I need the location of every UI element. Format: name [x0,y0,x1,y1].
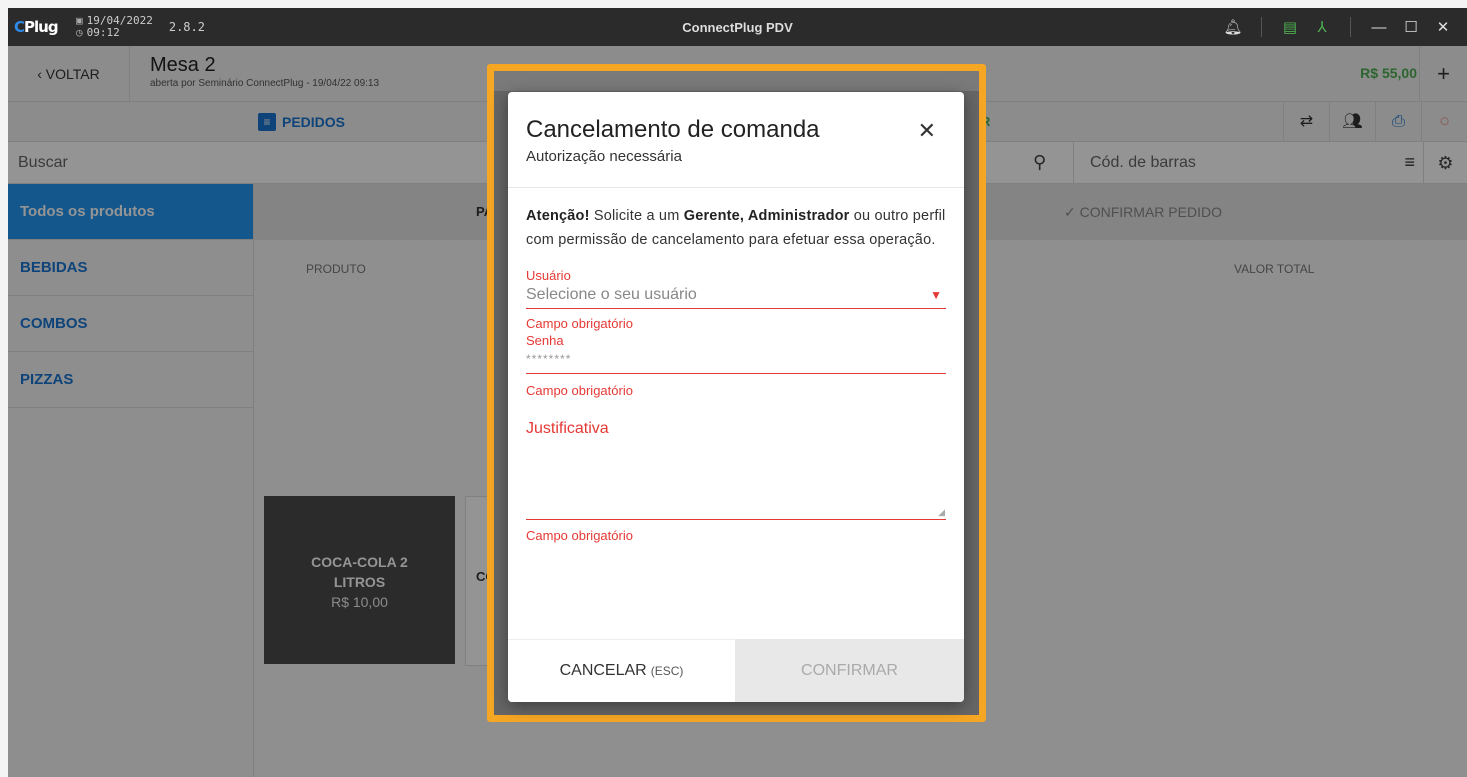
cancel-dialog: Cancelamento de comanda Autorização nece… [508,92,964,702]
bell-icon[interactable]: 🔔︎ [1217,18,1249,36]
warning-message: Atenção! Solicite a um Gerente, Administ… [526,204,946,252]
minimize-icon[interactable]: — [1363,19,1395,36]
user-select[interactable]: Selecione o seu usuário ▼ [526,283,946,309]
user-label: Usuário [526,268,571,283]
app-logo: C Plug [14,18,59,36]
cancel-hint: (ESC) [650,664,684,678]
warning-roles: Gerente, Administrador [683,208,850,224]
user-error: Campo obrigatório [526,316,633,331]
warning-text1: Solicite a um [589,208,684,224]
close-window-icon[interactable]: ✕ [1427,18,1459,36]
cancel-label: CANCELAR [559,662,647,679]
clock-icon: ◷ [76,26,83,39]
version-text: 2.8.2 [168,20,205,34]
server-icon[interactable]: ▤ [1274,18,1306,36]
network-icon[interactable]: ⅄ [1306,18,1338,36]
dialog-header: Cancelamento de comanda Autorização nece… [508,92,964,188]
warning-strong: Atenção! [526,208,590,224]
user-placeholder: Selecione o seu usuário [526,286,697,303]
confirm-button[interactable]: CONFIRMAR [735,639,964,702]
maximize-icon[interactable]: ☐ [1395,18,1427,36]
dialog-title: Cancelamento de comanda [526,116,820,143]
divider [1350,17,1351,37]
dialog-footer: CANCELAR (ESC) CONFIRMAR [508,639,964,702]
title-bar: C Plug ▣ ◷ 19/04/2022 09:12 2.8.2 ConnectP… [8,8,1467,46]
frame-strip [494,71,979,91]
justification-error: Campo obrigatório [526,528,633,543]
password-label: Senha [526,333,564,348]
close-icon[interactable]: ✕ [918,118,936,144]
dialog-subtitle: Autorização necessária [526,148,682,165]
cancel-button[interactable]: CANCELAR (ESC) [508,639,735,702]
justification-label: Justificativa [526,420,609,437]
password-field[interactable]: ******** [526,348,946,374]
justification-textarea[interactable]: ◢ [526,438,946,520]
datetime: ▣ ◷ 19/04/2022 09:12 [76,15,153,39]
resize-grip-icon[interactable]: ◢ [938,507,945,518]
divider [1261,17,1262,37]
dropdown-arrow-icon: ▼ [930,288,942,302]
time-text: 09:12 [86,26,120,39]
dialog-body: Atenção! Solicite a um Gerente, Administ… [508,188,964,543]
password-error: Campo obrigatório [526,383,633,398]
